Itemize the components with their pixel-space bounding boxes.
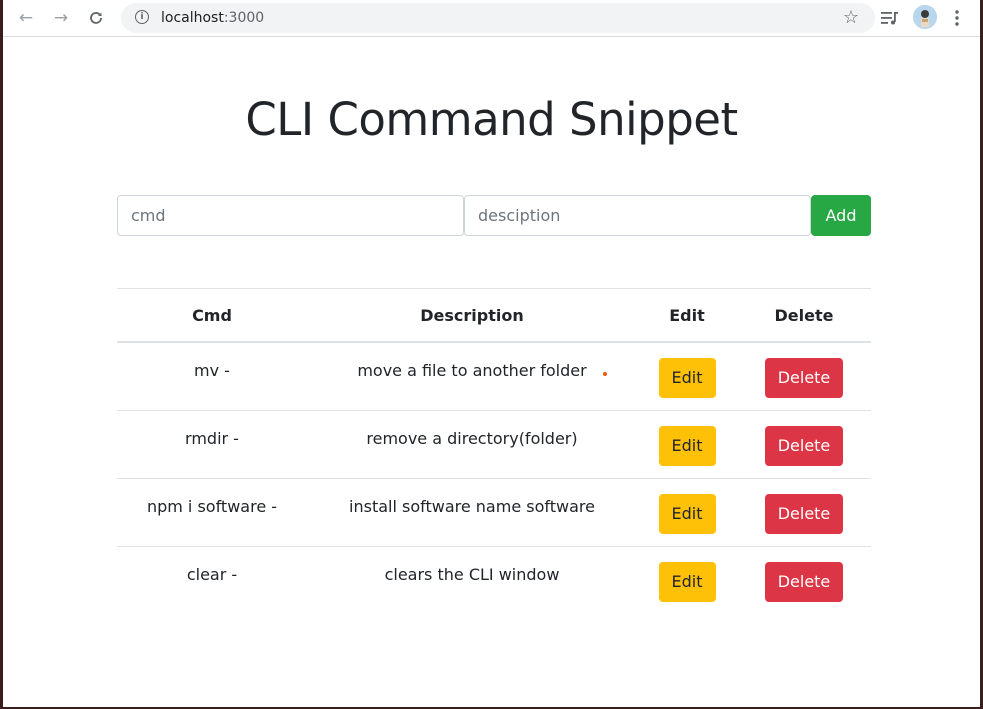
star-icon[interactable]: ☆ xyxy=(843,7,859,28)
cmd-cell: mv - xyxy=(117,342,307,411)
table-row: npm i software - install software name s… xyxy=(117,478,871,547)
delete-cell: Delete xyxy=(737,342,871,411)
cmd-text: mv - xyxy=(194,361,230,380)
add-button[interactable]: Add xyxy=(811,195,871,236)
description-cell: move a file to another folder xyxy=(307,342,637,411)
description-text: move a file to another folder xyxy=(357,361,587,380)
edit-button[interactable]: Edit xyxy=(658,357,716,398)
address-bar[interactable]: i localhost:3000 ☆ xyxy=(121,3,875,33)
description-cell: install software name software xyxy=(307,478,637,547)
arrow-right-icon[interactable]: → xyxy=(48,5,74,31)
delete-cell: Delete xyxy=(737,546,871,614)
table-row: rmdir - remove a directory(folder) Edit … xyxy=(117,410,871,479)
page-title: CLI Command Snippet xyxy=(245,93,738,146)
browser-window: ← → i localhost:3000 ☆ CLI Command Snipp… xyxy=(3,0,980,707)
header-edit: Edit xyxy=(637,288,737,343)
edit-button[interactable]: Edit xyxy=(658,425,716,466)
edit-button[interactable]: Edit xyxy=(658,561,716,602)
page-content: CLI Command Snippet Add Cmd Description … xyxy=(3,37,980,707)
snippet-table: Cmd Description Edit Delete mv - move a … xyxy=(117,288,871,614)
kebab-menu-icon[interactable] xyxy=(949,7,965,29)
description-text: clears the CLI window xyxy=(384,565,560,584)
url-text[interactable]: localhost:3000 xyxy=(161,10,264,26)
edit-cell: Edit xyxy=(637,546,737,614)
add-snippet-form: Add xyxy=(117,195,872,236)
cmd-text: rmdir - xyxy=(185,429,239,448)
edit-cell: Edit xyxy=(637,478,737,547)
edit-cell: Edit xyxy=(637,410,737,479)
delete-button[interactable]: Delete xyxy=(765,493,843,534)
delete-button[interactable]: Delete xyxy=(765,561,843,602)
url-port: :3000 xyxy=(223,10,265,26)
url-host: localhost xyxy=(161,10,224,26)
reload-icon[interactable] xyxy=(83,5,109,31)
cmd-text: clear - xyxy=(186,565,238,584)
cmd-input[interactable] xyxy=(117,195,464,236)
delete-button[interactable]: Delete xyxy=(765,357,843,398)
description-cell: remove a directory(folder) xyxy=(307,410,637,479)
delete-button[interactable]: Delete xyxy=(765,425,843,466)
info-icon[interactable]: i xyxy=(135,10,149,24)
edit-cell: Edit xyxy=(637,342,737,411)
table-row: mv - move a file to another folder Edit … xyxy=(117,342,871,411)
header-description: Description xyxy=(307,288,637,343)
media-queue-icon[interactable] xyxy=(879,7,901,29)
cmd-cell: clear - xyxy=(117,546,307,614)
browser-toolbar: ← → i localhost:3000 ☆ xyxy=(3,0,980,37)
arrow-left-icon[interactable]: ← xyxy=(13,5,39,31)
cmd-cell: rmdir - xyxy=(117,410,307,479)
description-text: install software name software xyxy=(349,497,595,516)
table-row: clear - clears the CLI window Edit Delet… xyxy=(117,546,871,614)
header-delete: Delete xyxy=(737,288,871,343)
delete-cell: Delete xyxy=(737,478,871,547)
header-cmd: Cmd xyxy=(117,288,307,343)
cmd-cell: npm i software - xyxy=(117,478,307,547)
description-text: remove a directory(folder) xyxy=(366,429,578,448)
edit-button[interactable]: Edit xyxy=(658,493,716,534)
description-cell: clears the CLI window xyxy=(307,546,637,614)
description-input[interactable] xyxy=(464,195,811,236)
avatar[interactable] xyxy=(913,5,937,29)
cmd-text: npm i software - xyxy=(146,497,278,516)
mouse-cursor-dot xyxy=(603,372,607,376)
delete-cell: Delete xyxy=(737,410,871,479)
table-header-row: Cmd Description Edit Delete xyxy=(117,288,871,343)
